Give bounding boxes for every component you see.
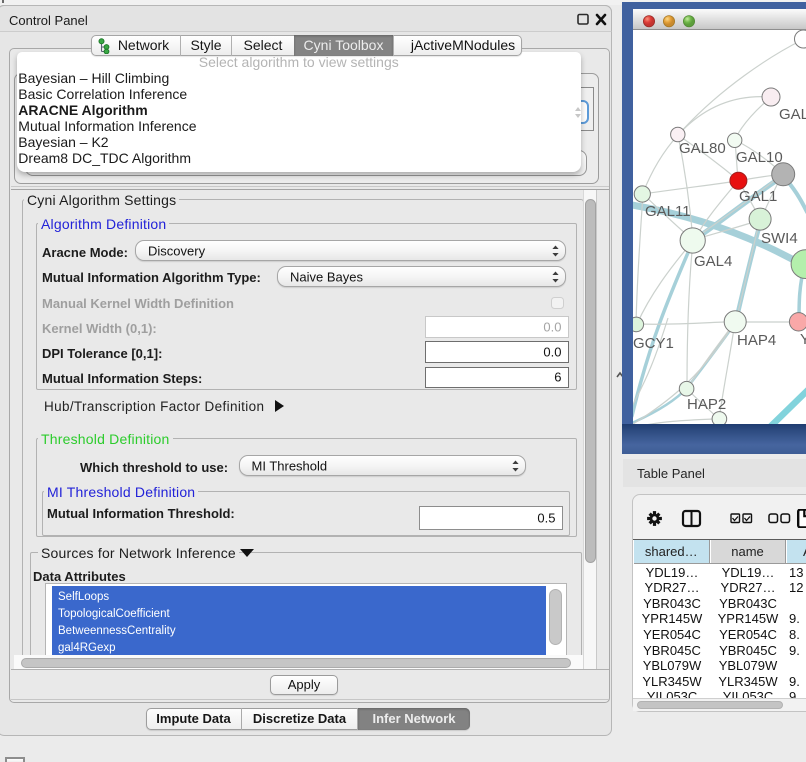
svg-text:GAL: GAL [779,106,806,123]
svg-text:HAP2: HAP2 [687,396,726,413]
svg-text:GCY1: GCY1 [633,335,674,352]
svg-text:GAL80: GAL80 [679,140,726,157]
svg-text:GAL1: GAL1 [739,188,777,205]
svg-text:SWI4: SWI4 [761,230,798,247]
svg-text:HAP4: HAP4 [737,332,776,349]
svg-text:GAL11: GAL11 [645,203,691,220]
svg-text:Y: Y [800,331,806,348]
svg-text:GAL10: GAL10 [736,149,783,166]
svg-text:GAL4: GAL4 [694,253,732,270]
